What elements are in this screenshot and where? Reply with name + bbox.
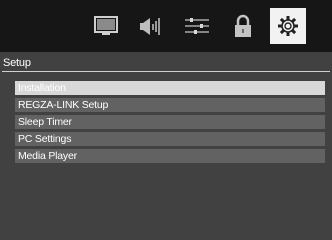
tab-lock[interactable] <box>225 8 261 44</box>
menu-item-pc-settings[interactable]: PC Settings <box>15 132 325 146</box>
lock-icon <box>235 14 251 37</box>
menu-item-installation[interactable]: Installation <box>15 81 325 95</box>
section-title: Setup <box>3 57 31 69</box>
gear-icon <box>278 16 298 36</box>
menu-item-sleep-timer[interactable]: Sleep Timer <box>15 115 325 129</box>
tab-sound[interactable] <box>133 8 169 44</box>
tab-preferences[interactable] <box>179 8 215 44</box>
preferences-icon <box>185 18 209 34</box>
menu-item-media-player[interactable]: Media Player <box>15 149 325 163</box>
section-divider <box>2 71 330 72</box>
menu-item-regza-link-setup[interactable]: REGZA-LINK Setup <box>15 98 325 112</box>
setup-menu: Installation REGZA-LINK Setup Sleep Time… <box>15 81 325 166</box>
tab-picture[interactable] <box>88 8 124 44</box>
menu-tab-bar <box>0 0 332 52</box>
setup-screen: Setup Installation REGZA-LINK Setup Slee… <box>0 0 332 240</box>
picture-icon <box>94 16 118 35</box>
sound-icon <box>140 18 160 35</box>
tab-setup[interactable] <box>270 8 306 44</box>
